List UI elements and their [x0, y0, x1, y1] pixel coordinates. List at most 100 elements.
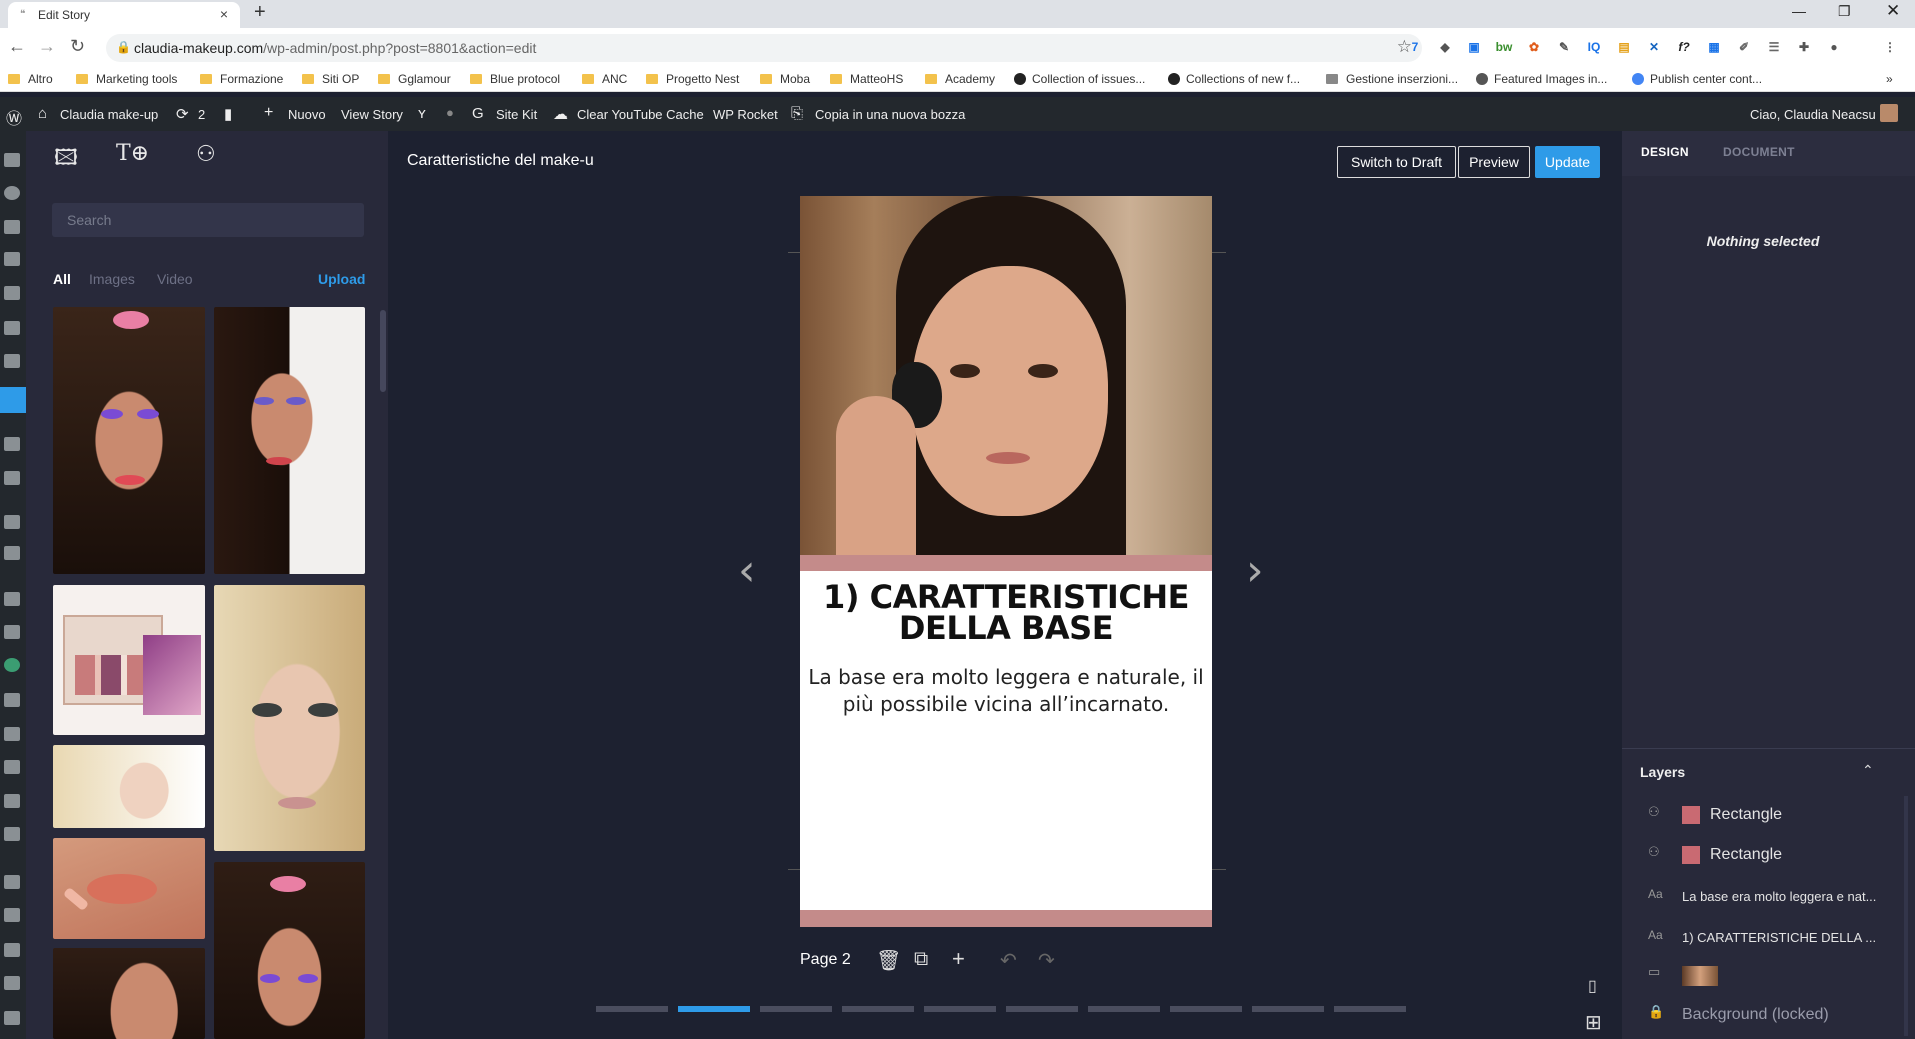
stories-icon[interactable] [0, 387, 26, 413]
page-dot[interactable] [1006, 1006, 1078, 1012]
extension-list-icon[interactable]: ☰ [1764, 37, 1784, 57]
page-dot[interactable] [1088, 1006, 1160, 1012]
yoast-icon[interactable] [4, 875, 20, 889]
wp-rocket-link[interactable]: WP Rocket [713, 107, 778, 122]
bookmark-item[interactable]: Formazione [200, 72, 283, 86]
pin-icon[interactable] [4, 908, 20, 922]
text-tab-icon[interactable]: T⊕ [116, 141, 149, 166]
redo-icon[interactable]: ↷ [1038, 948, 1055, 973]
updates-icon[interactable]: ⟳ [176, 105, 189, 123]
page-dot[interactable] [1252, 1006, 1324, 1012]
chevron-up-icon[interactable]: ⌃ [1862, 762, 1874, 779]
lock-icon[interactable] [4, 976, 20, 990]
media-icon[interactable] [4, 252, 20, 266]
filter-images[interactable]: Images [89, 271, 135, 287]
seo-icon[interactable] [4, 658, 20, 672]
mobile-view-icon[interactable]: ▯ [1588, 976, 1597, 996]
comments-icon[interactable]: ▮ [224, 105, 232, 123]
extension-icon[interactable]: ▣ [1464, 37, 1484, 57]
extension-bw-icon[interactable]: bw [1494, 37, 1514, 57]
page-photo[interactable] [800, 196, 1212, 555]
media-thumb[interactable] [214, 585, 365, 851]
story-page[interactable]: 1) CARATTERISTICHE DELLA BASE La base er… [800, 196, 1212, 927]
wordpress-logo-icon[interactable]: Ⓦ [6, 105, 22, 129]
comments-icon[interactable] [4, 354, 20, 368]
view-story-link[interactable]: View Story [341, 107, 403, 122]
copy-draft-link[interactable]: Copia in una nuova bozza [815, 107, 965, 122]
media-tab-icon[interactable]: 🖾 [54, 141, 78, 179]
menu-dots-icon[interactable]: ⋮ [1880, 37, 1900, 57]
close-window-icon[interactable]: ✕ [1886, 1, 1900, 21]
bookmark-item[interactable]: Gglamour [378, 72, 451, 86]
plugins-icon[interactable] [4, 625, 20, 639]
shield-extension-icon[interactable]: ◆ [1435, 37, 1455, 57]
restore-icon[interactable]: ❐ [1838, 3, 1851, 20]
page-dot[interactable] [596, 1006, 668, 1012]
greeting-link[interactable]: Ciao, Claudia Neacsu [1750, 107, 1876, 122]
layer-item[interactable]: Aa La base era molto leggera e nat... [1642, 878, 1892, 914]
tab-design[interactable]: DESIGN [1641, 145, 1689, 159]
layer-item[interactable]: 🔒 Background (locked) [1642, 998, 1892, 1034]
page-dot[interactable] [1170, 1006, 1242, 1012]
page-headline[interactable]: 1) CARATTERISTICHE DELLA BASE [800, 581, 1212, 644]
bookmark-item[interactable]: Blue protocol [470, 72, 560, 86]
extension-flower-icon[interactable]: ✿ [1524, 37, 1544, 57]
more-bookmarks-icon[interactable]: » [1886, 72, 1893, 86]
clear-youtube-cache-link[interactable]: Clear YouTube Cache [577, 107, 704, 122]
close-tab-icon[interactable]: × [220, 6, 228, 22]
back-icon[interactable]: ← [8, 36, 26, 57]
b-icon[interactable] [4, 943, 20, 957]
undo-icon[interactable]: ↶ [1000, 948, 1017, 973]
site-name-link[interactable]: Claudia make-up [60, 107, 158, 122]
check-icon[interactable] [4, 794, 20, 808]
grid-view-icon[interactable]: ⊞ [1585, 1010, 1602, 1035]
page-dot[interactable] [924, 1006, 996, 1012]
page-dot[interactable] [1334, 1006, 1406, 1012]
page-band-bottom[interactable] [800, 910, 1212, 927]
media-thumb[interactable] [53, 307, 205, 574]
bookmark-item[interactable]: Collections of new f... [1168, 72, 1300, 86]
duplicate-page-icon[interactable]: ⧉ [914, 948, 928, 971]
page-body-text[interactable]: La base era molto leggera e naturale, il… [800, 664, 1212, 718]
site-kit-link[interactable]: Site Kit [496, 107, 537, 122]
bookmark-item[interactable]: ANC [582, 72, 627, 86]
eyedropper-icon[interactable]: ✐ [1734, 37, 1754, 57]
layers-title[interactable]: Layers [1640, 764, 1685, 780]
forms-icon[interactable] [4, 437, 20, 451]
avatar[interactable] [1880, 104, 1898, 122]
browser-tab[interactable]: ❝ Edit Story × [8, 2, 240, 28]
page-dot[interactable] [842, 1006, 914, 1012]
list-icon[interactable] [4, 515, 20, 529]
layer-item[interactable]: Aa 1) CARATTERISTICHE DELLA ... [1642, 919, 1892, 955]
extension-chart-icon[interactable]: ▤ [1614, 37, 1634, 57]
profile-avatar-icon[interactable]: ● [1824, 37, 1844, 57]
bookmark-item[interactable]: Siti OP [302, 72, 359, 86]
add-page-icon[interactable]: + [952, 946, 965, 972]
layer-item[interactable]: ⚇ Rectangle [1642, 798, 1892, 834]
bookmark-item[interactable]: Moba [760, 72, 810, 86]
search-field[interactable] [52, 203, 364, 237]
upload-link[interactable]: Upload [318, 271, 365, 287]
bookmark-item[interactable]: Gestione inserzioni... [1326, 72, 1458, 86]
story-title[interactable]: Caratteristiche del make-u [407, 152, 594, 170]
previous-page-icon[interactable]: ‹ [738, 545, 756, 596]
new-tab-icon[interactable]: + [254, 1, 266, 24]
layers-scrollbar[interactable] [1904, 796, 1908, 1036]
filter-video[interactable]: Video [157, 271, 193, 287]
tools-icon[interactable] [4, 727, 20, 741]
page-band-top[interactable] [800, 555, 1212, 571]
folder-icon[interactable] [4, 546, 20, 560]
mail-icon[interactable] [4, 471, 20, 485]
media-thumb[interactable] [53, 948, 205, 1039]
extension-pin-icon[interactable]: ✎ [1554, 37, 1574, 57]
bookmark-item[interactable]: Progetto Nest [646, 72, 739, 86]
extension-iq-icon[interactable]: IQ [1584, 37, 1604, 57]
forward-icon[interactable]: → [38, 36, 56, 57]
extension-formula-icon[interactable]: f? [1674, 37, 1694, 57]
address-bar[interactable]: 🔒 claudia-makeup.com/wp-admin/post.php?p… [106, 34, 1422, 62]
settings-icon[interactable] [4, 760, 20, 774]
delete-page-icon[interactable]: 🗑 [876, 948, 901, 973]
puzzle-icon[interactable]: ✚ [1794, 37, 1814, 57]
page-dot[interactable] [678, 1006, 750, 1012]
extension-grid-icon[interactable]: ▦ [1704, 37, 1724, 57]
